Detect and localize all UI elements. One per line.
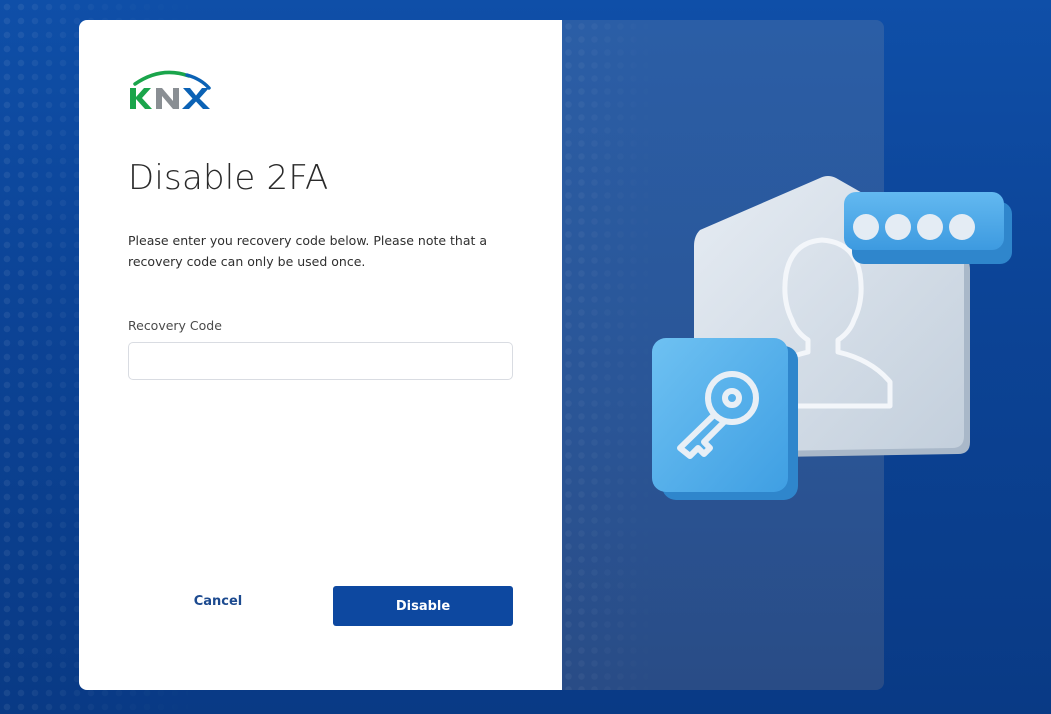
- security-illustration: [652, 176, 1012, 500]
- password-dots-icon: [844, 192, 1012, 264]
- recovery-code-label: Recovery Code: [128, 318, 222, 333]
- disable-button[interactable]: Disable: [333, 586, 513, 626]
- form-panel: Disable 2FA Please enter you recovery co…: [79, 20, 562, 690]
- cancel-button[interactable]: Cancel: [178, 585, 258, 617]
- key-tile: [652, 338, 798, 500]
- recovery-code-input[interactable]: [128, 342, 513, 380]
- page-title: Disable 2FA: [128, 158, 329, 198]
- instructions-text: Please enter you recovery code below. Pl…: [128, 233, 488, 269]
- knx-logo: [130, 70, 211, 109]
